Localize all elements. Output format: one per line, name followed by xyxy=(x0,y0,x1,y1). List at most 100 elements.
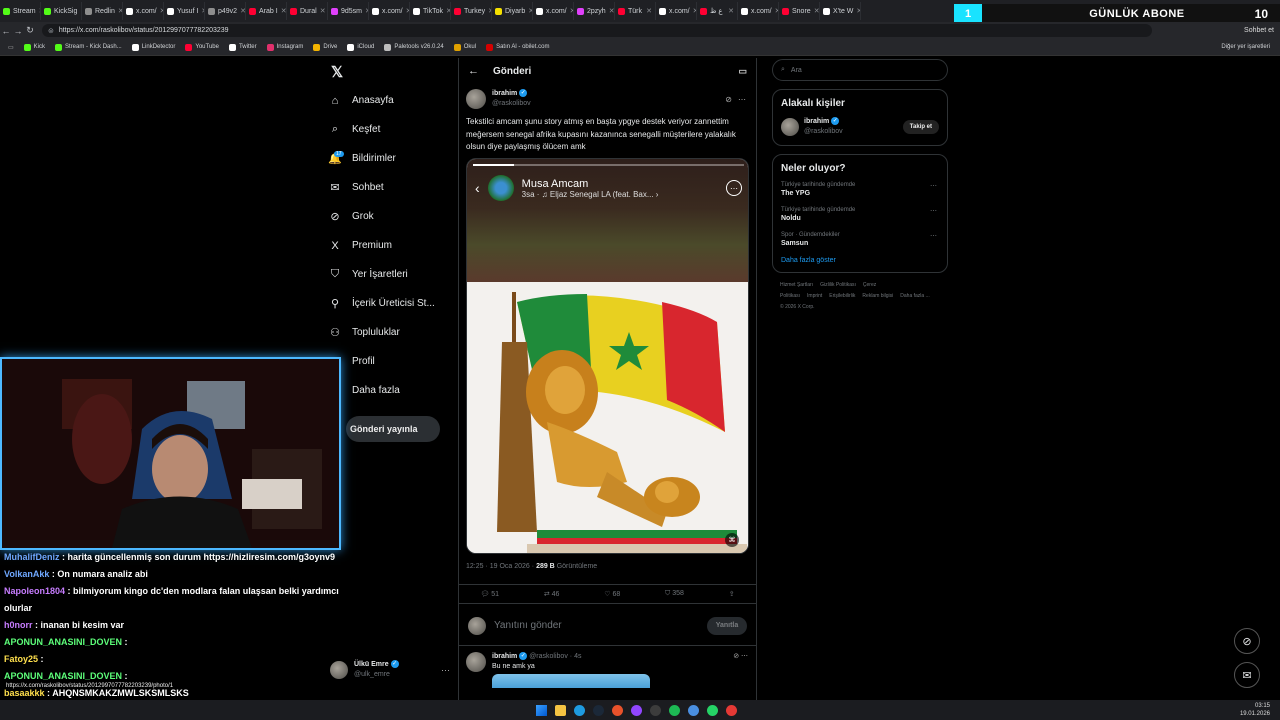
url-field[interactable]: ⊜ https://x.com/raskolibov/status/201299… xyxy=(42,24,1152,37)
bookmark-action[interactable]: ⛉ 358 xyxy=(665,590,684,598)
messages-float-icon[interactable]: ✉ xyxy=(1234,662,1260,688)
reply-avatar[interactable] xyxy=(466,652,486,672)
browser-tab[interactable]: Diyarb✕ xyxy=(492,2,533,20)
back-arrow-icon[interactable]: ← xyxy=(468,65,479,77)
forward-icon[interactable]: → xyxy=(12,26,24,36)
bookmark-item[interactable]: iCloud xyxy=(347,43,374,51)
obs-icon[interactable] xyxy=(650,704,661,716)
reply-action[interactable]: 💬︎ 51 xyxy=(480,590,499,598)
reply-media[interactable] xyxy=(492,674,650,688)
browser-tab[interactable]: 2pzyh ✕ xyxy=(574,2,615,20)
browser-tab[interactable]: ع ظ ✕ xyxy=(697,2,738,20)
reply-tweet[interactable]: ibrahim ✓ @raskolibov · 4s ⊘ ⋯ Bu ne amk… xyxy=(466,652,748,688)
browser-tab[interactable]: x.com/✕ xyxy=(123,2,164,20)
nav-item-communities[interactable]: ⚇ Topluluklar xyxy=(328,318,458,347)
nav-item-premium[interactable]: X Premium xyxy=(328,231,458,260)
app-icon[interactable] xyxy=(612,704,623,716)
related-avatar[interactable] xyxy=(781,118,799,136)
bookmark-item[interactable]: YouTube xyxy=(185,43,219,51)
close-icon[interactable]: ✕ xyxy=(728,7,734,15)
discord-icon[interactable] xyxy=(688,704,699,716)
bookmark-item[interactable]: Stream - Kick Dash... xyxy=(55,43,122,51)
browser-tab[interactable]: x.com/✕ xyxy=(738,2,779,20)
bookmark-item[interactable]: Twitter xyxy=(228,43,257,51)
trend-more-icon[interactable]: ⋯ xyxy=(930,182,937,190)
nav-item-profile[interactable]: ☺Profil xyxy=(328,347,458,376)
browser-tab[interactable]: Dural ✕ xyxy=(287,2,328,20)
browser-tab[interactable]: Türk ✕ xyxy=(615,2,656,20)
clock[interactable]: 03:15 19.01.2026 xyxy=(1240,702,1270,718)
footer-link[interactable]: Erişilebilirlik xyxy=(829,293,855,299)
nav-item-chat[interactable]: ✉ Sohbet xyxy=(328,173,458,202)
like-action[interactable]: ♡ 68 xyxy=(604,590,620,598)
trend-more-icon[interactable]: ⋯ xyxy=(930,207,937,215)
footer-link[interactable]: Hizmet Şartları xyxy=(780,282,813,288)
browser-tab[interactable]: KickSig✕ xyxy=(41,2,82,20)
show-more-link[interactable]: Daha fazla göster xyxy=(781,257,939,264)
close-icon[interactable]: ✕ xyxy=(856,7,860,15)
browser-tab[interactable]: Arab I ✕ xyxy=(246,2,287,20)
reply-author[interactable]: ibrahim xyxy=(492,653,517,660)
bookmark-item[interactable]: Instagram xyxy=(266,43,303,51)
reader-icon[interactable]: ▭ xyxy=(738,66,747,77)
browser-tab[interactable]: Turkey✕ xyxy=(451,2,492,20)
file-explorer-icon[interactable] xyxy=(555,704,566,716)
nav-item-bookmarks[interactable]: ⛉ Yer İşaretleri xyxy=(328,260,458,289)
trend-item[interactable]: Türkiye tarihinde gündemde Noldu ⋯ xyxy=(781,207,939,222)
bookmark-item[interactable]: Kick xyxy=(23,43,45,51)
nav-item-home[interactable]: ⌂ Anasayfa xyxy=(328,86,458,115)
close-icon[interactable]: ✕ xyxy=(281,7,286,15)
x-logo-icon[interactable]: 𝕏 xyxy=(328,58,458,86)
profile-label[interactable]: Sohbet et xyxy=(1244,27,1274,34)
apps-icon[interactable]: ▭ xyxy=(8,44,14,51)
nav-item-notifications[interactable]: 🔔 17 Bildirimler xyxy=(328,144,458,173)
search-input[interactable]: ⌕ Ara xyxy=(772,59,948,81)
bookmark-item[interactable]: Okul xyxy=(453,43,476,51)
tweet-time[interactable]: 12:25 · 19 Oca 2026 xyxy=(466,563,530,570)
tweet-more-icon[interactable]: ⋯ xyxy=(738,95,746,104)
bookmark-item[interactable]: Drive xyxy=(313,43,337,51)
browser-tab[interactable]: Snore ✕ xyxy=(779,2,820,20)
close-icon[interactable]: ✕ xyxy=(814,7,819,15)
author-handle[interactable]: @raskolibov xyxy=(492,99,531,109)
edge-icon[interactable] xyxy=(574,704,585,716)
trend-more-icon[interactable]: ⋯ xyxy=(930,232,937,240)
footer-link[interactable]: Imprint xyxy=(807,293,822,299)
spotify-icon[interactable] xyxy=(669,704,680,716)
browser-tab[interactable]: Stream✕ xyxy=(0,2,41,20)
nav-item-explore[interactable]: ⌕ Keşfet xyxy=(328,115,458,144)
bookmark-item[interactable]: LinkDetector xyxy=(131,43,175,51)
author-name[interactable]: ibrahim xyxy=(492,90,517,97)
browser-tab[interactable]: X'te W✕ xyxy=(820,2,861,20)
browser-tab[interactable]: p49v2 ✕ xyxy=(205,2,246,20)
site-info-icon[interactable]: ⊜ xyxy=(48,27,54,35)
browser-tab[interactable]: x.com/✕ xyxy=(533,2,574,20)
nav-item-creator-studio[interactable]: ⚲ İçerik Üreticisi St... xyxy=(328,289,458,318)
bookmark-item[interactable]: Satın Al - obilet.com xyxy=(486,43,549,51)
browser-tab[interactable]: TikTok✕ xyxy=(410,2,451,20)
browser-tab[interactable]: Redlin✕ xyxy=(82,2,123,20)
grok-float-icon[interactable]: ⊘ xyxy=(1234,628,1260,654)
back-icon[interactable]: ← xyxy=(0,26,12,36)
image-actions-icon[interactable]: ⌘ xyxy=(725,533,739,547)
nav-item-more[interactable]: ⋯Daha fazla xyxy=(328,376,458,405)
follow-button[interactable]: Takip et xyxy=(902,120,939,134)
close-icon[interactable]: ✕ xyxy=(646,7,652,15)
more-icon[interactable]: ⋯ xyxy=(441,665,450,676)
reply-button[interactable]: Yanıtla xyxy=(707,616,747,635)
author-avatar[interactable] xyxy=(466,89,486,109)
trend-item[interactable]: Spor · Gündemdekiler Samsun ⋯ xyxy=(781,232,939,247)
close-icon[interactable]: ✕ xyxy=(320,7,326,15)
app-icon[interactable] xyxy=(726,704,737,716)
whatsapp-icon[interactable] xyxy=(707,704,718,716)
close-icon[interactable]: ✕ xyxy=(609,7,614,15)
browser-tab[interactable]: x.com/✕ xyxy=(369,2,410,20)
reply-input[interactable]: Yanıtını gönder xyxy=(494,620,562,631)
share-icon[interactable]: ⇪ xyxy=(729,590,735,598)
browser-tab[interactable]: Yusuf I✕ xyxy=(164,2,205,20)
reload-icon[interactable]: ↻ xyxy=(24,25,36,36)
tweet-media[interactable]: ‹ Musa Amcam 3sa · ♫ Eljaz Senegal LA (f… xyxy=(466,158,749,554)
reply-more-icon[interactable]: ⊘ ⋯ xyxy=(733,652,748,660)
windows-start-icon[interactable] xyxy=(536,704,547,716)
footer-link[interactable]: Gizlilik Politikası xyxy=(820,282,856,288)
